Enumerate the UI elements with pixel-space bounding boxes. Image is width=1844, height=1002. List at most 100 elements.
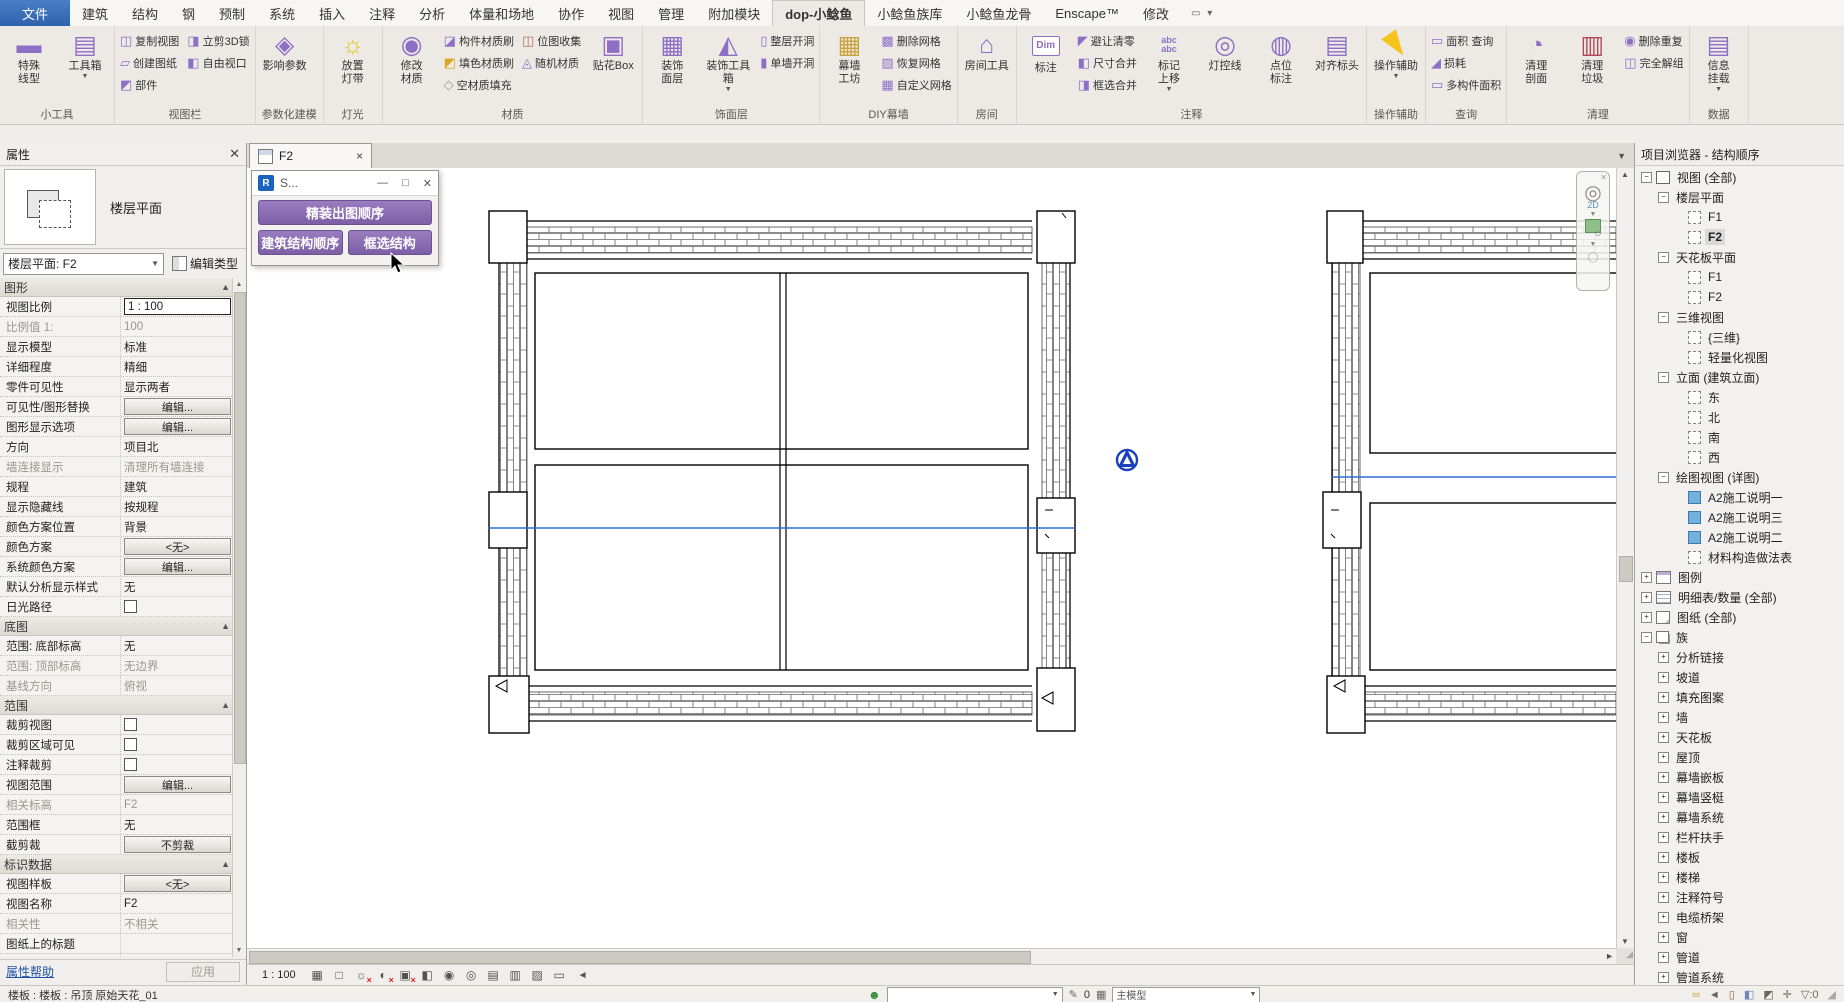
workset-dropdown[interactable]: ▼ (887, 987, 1063, 1002)
scroll-down-icon[interactable]: ▼ (233, 944, 245, 957)
tree-item-幕墙系统[interactable]: +幕墙系统 (1635, 807, 1844, 827)
detail-level-icon[interactable]: ▦ (309, 967, 326, 984)
ribbon-button-删除重复[interactable]: ◉删除重复 (1621, 30, 1686, 51)
edit-type-button[interactable]: 编辑类型 (167, 253, 243, 275)
tree-item-明细表/数量 (全部)[interactable]: +明细表/数量 (全部) (1635, 587, 1844, 607)
vertical-scroll-thumb[interactable] (1619, 556, 1633, 582)
collapse-icon[interactable]: − (1658, 192, 1669, 203)
visual-style-icon[interactable]: □ (331, 967, 348, 984)
menu-tab-9[interactable]: 体量和场地 (457, 0, 546, 26)
expand-icon[interactable]: + (1658, 732, 1669, 743)
sun-path-icon[interactable]: ☼× (353, 967, 370, 984)
tree-item-天花板平面[interactable]: −天花板平面 (1635, 247, 1844, 267)
ribbon-button-装饰工具箱[interactable]: ◭装饰工具箱▼ (701, 28, 755, 96)
ribbon-button-幕墙工坊[interactable]: ▦幕墙 工坊 (822, 28, 876, 88)
property-checkbox[interactable] (124, 600, 137, 613)
menu-tab-15[interactable]: 小鲶鱼族库 (865, 0, 954, 26)
tree-item-A2施工说明二[interactable]: A2施工说明二 (1635, 527, 1844, 547)
ribbon-button-单墙开洞[interactable]: ▮单墙开洞 (757, 52, 817, 73)
ribbon-button-随机材质[interactable]: ◬随机材质 (519, 52, 584, 73)
property-button[interactable]: <无> (124, 538, 231, 555)
expand-icon[interactable]: + (1658, 672, 1669, 683)
ribbon-button-标记上移[interactable]: abcabc标记 上移▼ (1142, 28, 1196, 96)
property-button[interactable]: 编辑... (124, 558, 231, 575)
ribbon-button-工具箱[interactable]: ▤工具箱▼ (58, 28, 112, 83)
editing-requests-icon[interactable]: ✎ (1069, 988, 1078, 1001)
tree-item-南[interactable]: 南 (1635, 427, 1844, 447)
design-option-dropdown[interactable]: 主模型 ▼ (1112, 987, 1260, 1002)
tree-item-北[interactable]: 北 (1635, 407, 1844, 427)
file-menu-button[interactable]: 文件 (0, 0, 70, 26)
expand-icon[interactable]: + (1658, 972, 1669, 983)
ribbon-button-影响参数[interactable]: ◈影响参数 (258, 28, 312, 75)
ribbon-button-位图收集[interactable]: ◫位图收集 (519, 30, 584, 51)
collapse-viewbar-icon[interactable]: ◄ (578, 970, 588, 981)
tree-item-{三维}[interactable]: {三维} (1635, 327, 1844, 347)
expand-icon[interactable]: + (1658, 872, 1669, 883)
tree-item-楼梯[interactable]: +楼梯 (1635, 867, 1844, 887)
ribbon-button-填色材质刷[interactable]: ◩填色材质刷 (441, 52, 517, 73)
maximize-icon[interactable]: □ (402, 177, 409, 190)
property-section-图形[interactable]: 图形▲ (0, 278, 234, 297)
tree-item-材料构造做法表[interactable]: 材料构造做法表 (1635, 547, 1844, 567)
property-button[interactable]: <无> (124, 875, 231, 892)
ribbon-button-复制视图[interactable]: ◫复制视图 (117, 30, 182, 51)
expand-icon[interactable]: + (1658, 752, 1669, 763)
horizontal-scroll-thumb[interactable] (249, 951, 1031, 964)
menu-tab-17[interactable]: Enscape™ (1043, 0, 1131, 26)
expand-icon[interactable]: + (1658, 772, 1669, 783)
drag-elements-icon[interactable]: ✛ (1783, 988, 1792, 1001)
tree-item-楼层平面[interactable]: −楼层平面 (1635, 187, 1844, 207)
expand-icon[interactable]: + (1641, 612, 1652, 623)
properties-help-link[interactable]: 属性帮助 (6, 963, 54, 980)
property-checkbox[interactable] (124, 718, 137, 731)
design-options-icon[interactable]: ▦ (1096, 988, 1106, 1001)
tree-item-东[interactable]: 东 (1635, 387, 1844, 407)
tree-item-F1[interactable]: F1 (1635, 207, 1844, 227)
ribbon-button-放置灯带[interactable]: ☼放置 灯带 (326, 28, 380, 88)
property-checkbox[interactable] (124, 758, 137, 771)
ribbon-button-标注[interactable]: Dim标注 (1019, 28, 1073, 77)
scroll-up-icon[interactable]: ▲ (233, 278, 245, 291)
property-button[interactable]: 编辑... (124, 776, 231, 793)
ribbon-button-框选合并[interactable]: ◨框选合并 (1075, 74, 1140, 95)
expand-icon[interactable]: + (1658, 932, 1669, 943)
ribbon-button-多构件面积[interactable]: ▭多构件面积 (1428, 74, 1504, 95)
tree-item-立面 (建筑立面)[interactable]: −立面 (建筑立面) (1635, 367, 1844, 387)
tree-item-坡道[interactable]: +坡道 (1635, 667, 1844, 687)
property-input[interactable]: 1 : 100 (124, 298, 231, 315)
menu-tab-2[interactable]: 结构 (120, 0, 170, 26)
menu-tab-11[interactable]: 视图 (596, 0, 646, 26)
menu-tab-3[interactable]: 钢 (170, 0, 207, 26)
property-section-范围[interactable]: 范围▲ (0, 696, 234, 715)
type-selector-dropdown[interactable]: 楼层平面: F2 ▼ (3, 253, 164, 275)
ribbon-button-空材质填充[interactable]: ◇空材质填充 (441, 74, 517, 95)
ribbon-button-点位标注[interactable]: ◍点位 标注 (1254, 28, 1308, 88)
crop-view-icon[interactable]: ▣× (397, 967, 414, 984)
building-structure-order-button[interactable]: 建筑结构顺序 (258, 230, 343, 255)
apply-button[interactable]: 应用 (166, 962, 240, 982)
navbar-close-icon[interactable]: ✕ (1600, 174, 1607, 182)
tree-item-图例[interactable]: +图例 (1635, 567, 1844, 587)
ribbon-button-面积 查询[interactable]: ▭面积 查询 (1428, 30, 1504, 51)
ribbon-button-信息挂载[interactable]: ▤信息 挂载▼ (1692, 28, 1746, 96)
analytical-model-icon[interactable]: ▨ (529, 967, 546, 984)
tree-item-分析链接[interactable]: +分析链接 (1635, 647, 1844, 667)
view-scale-button[interactable]: 1 : 100 (255, 967, 303, 983)
ribbon-button-损耗[interactable]: ◢损耗 (1428, 52, 1504, 73)
tree-item-A2施工说明一[interactable]: A2施工说明一 (1635, 487, 1844, 507)
ribbon-button-尺寸合并[interactable]: ◧尺寸合并 (1075, 52, 1140, 73)
ribbon-button-清理剖面[interactable]: ◔清理 剖面 (1509, 28, 1563, 88)
expand-icon[interactable]: + (1658, 852, 1669, 863)
tree-item-F1[interactable]: F1 (1635, 267, 1844, 287)
ribbon-button-完全解组[interactable]: ◫完全解组 (1621, 52, 1686, 73)
worksharing-display-icon[interactable]: ▥ (507, 967, 524, 984)
expand-icon[interactable]: + (1658, 912, 1669, 923)
reveal-hidden-icon[interactable]: ◉ (441, 967, 458, 984)
collapse-icon[interactable]: − (1658, 372, 1669, 383)
temporary-hide-isolate-icon[interactable]: ◎ (463, 967, 480, 984)
scroll-thumb[interactable] (234, 292, 246, 764)
expand-icon[interactable]: + (1658, 892, 1669, 903)
menu-tab-13[interactable]: 附加模块 (696, 0, 772, 26)
tree-item-注释符号[interactable]: +注释符号 (1635, 887, 1844, 907)
